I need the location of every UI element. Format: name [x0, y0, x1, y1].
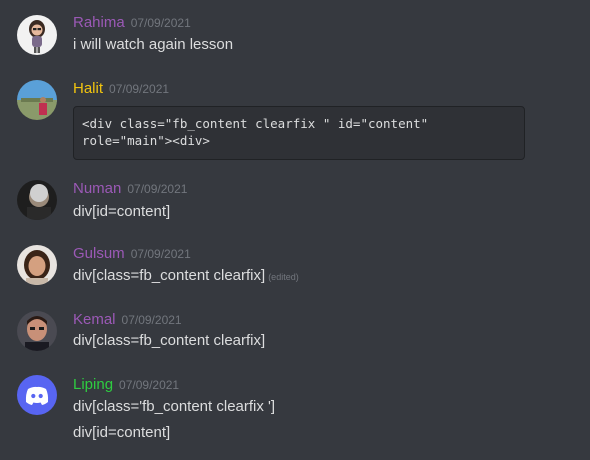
message-text: div[id=content]	[73, 424, 171, 441]
photo-avatar-icon	[17, 180, 57, 220]
message-text: div[id=content]	[73, 203, 171, 220]
timestamp: 07/09/2021	[109, 82, 170, 96]
timestamp: 07/09/2021	[119, 378, 180, 392]
message-header: Rahima 07/09/2021	[73, 13, 191, 33]
timestamp: 07/09/2021	[130, 247, 191, 261]
message-header: Kemal 07/09/2021	[73, 310, 182, 330]
username[interactable]: Rahima	[73, 14, 125, 31]
timestamp: 07/09/2021	[121, 313, 182, 327]
username[interactable]: Kemal	[73, 311, 116, 328]
avatar[interactable]	[17, 311, 57, 351]
timestamp: 07/09/2021	[127, 182, 188, 196]
message-text: div[class='fb_content clearfix ']	[73, 398, 276, 415]
avatar[interactable]	[17, 15, 57, 55]
discord-logo-avatar-icon	[17, 375, 57, 415]
message-header: Gulsum 07/09/2021	[73, 244, 191, 264]
message-text: div[class=fb_content clearfix]	[73, 332, 266, 349]
photo-avatar-icon	[17, 245, 57, 285]
chat-messages: Rahima 07/09/2021 i will watch again less…	[0, 0, 590, 460]
username[interactable]: Numan	[73, 180, 121, 197]
photo-avatar-icon	[17, 311, 57, 351]
edited-label: (edited)	[268, 272, 299, 282]
username[interactable]: Halit	[73, 80, 103, 97]
message-header: Liping 07/09/2021	[73, 375, 179, 395]
code-block: <div class="fb_content clearfix " id="co…	[73, 106, 525, 160]
username[interactable]: Liping	[73, 376, 113, 393]
cartoon-girl-avatar-icon	[17, 15, 57, 55]
message-header: Numan 07/09/2021	[73, 179, 187, 199]
photo-avatar-icon	[17, 80, 57, 120]
message-header: Halit 07/09/2021	[73, 79, 169, 99]
avatar[interactable]	[17, 80, 57, 120]
message-text: div[class=fb_content clearfix] (edited)	[73, 266, 299, 287]
avatar[interactable]	[17, 180, 57, 220]
avatar[interactable]	[17, 245, 57, 285]
message-text: i will watch again lesson	[73, 36, 234, 53]
message-text-content: div[class=fb_content clearfix]	[73, 267, 266, 284]
avatar[interactable]	[17, 375, 57, 415]
username[interactable]: Gulsum	[73, 245, 125, 262]
timestamp: 07/09/2021	[130, 16, 191, 30]
